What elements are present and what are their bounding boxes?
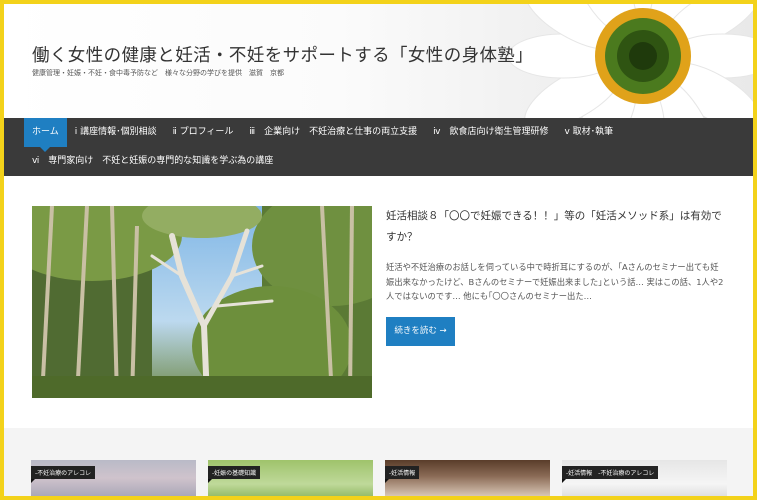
site-title[interactable]: 働く女性の健康と妊活・不妊をサポートする「女性の身体塾」 — [32, 42, 533, 67]
post-card[interactable]: -妊活情報 -不妊治療のアレコレ — [562, 460, 727, 496]
category-tag[interactable]: -妊娠の基礎知識 — [208, 466, 261, 483]
post-card[interactable]: -妊娠の基礎知識 — [208, 460, 373, 496]
forest-photo — [32, 206, 372, 398]
featured-post-title[interactable]: 妊活相談８「〇〇で妊娠できる！！」等の「妊活メソッド系」は有効ですか？ — [386, 206, 726, 248]
nav-item-home[interactable]: ホーム — [24, 118, 67, 152]
category-tag[interactable]: -妊活情報 -不妊治療のアレコレ — [562, 466, 659, 483]
recent-posts-section: -不妊治療のアレコレ -妊娠の基礎知識 -妊活情報 -妊活情報 -不妊治療のアレ… — [4, 428, 753, 496]
post-card[interactable]: -不妊治療のアレコレ — [31, 460, 196, 496]
nav-item-professionals[interactable]: ⅵ 専門家向け 不妊と妊娠の専門的な知識を学ぶ為の講座 — [24, 147, 281, 176]
nav-item-media[interactable]: ⅴ 取材･執筆 — [556, 118, 621, 147]
nav-item-corporate[interactable]: ⅲ 企業向け 不妊治療と仕事の両立支援 — [241, 118, 425, 147]
nav-row-1: ホーム ⅰ 講座情報･個別相談 ⅱ プロフィール ⅲ 企業向け 不妊治療と仕事の… — [24, 118, 621, 152]
nav-item-courses[interactable]: ⅰ 講座情報･個別相談 — [67, 118, 165, 147]
featured-post-image[interactable] — [32, 206, 372, 398]
featured-post-excerpt: 妊活や不妊治療のお話しを伺っている中で時折耳にするのが、｢Aさんのセミナー出ても… — [386, 262, 724, 301]
read-more-button[interactable]: 続きを読む → — [386, 317, 455, 346]
post-card[interactable]: -妊活情報 — [385, 460, 550, 496]
category-tag[interactable]: -不妊治療のアレコレ — [31, 466, 96, 483]
nav-item-restaurant-training[interactable]: ⅳ 飲食店向け衛生管理研修 — [425, 118, 556, 147]
nav-row-2: ⅵ 専門家向け 不妊と妊娠の専門的な知識を学ぶ為の講座 — [24, 147, 281, 176]
nav-item-profile[interactable]: ⅱ プロフィール — [165, 118, 242, 147]
site-description: 健康管理・妊娠・不妊・食中毒予防など 様々な分野の学びを提供 滋賀 京都 — [32, 69, 284, 77]
main-navigation: ホーム ⅰ 講座情報･個別相談 ⅱ プロフィール ⅲ 企業向け 不妊治療と仕事の… — [4, 118, 753, 176]
site-header: 働く女性の健康と妊活・不妊をサポートする「女性の身体塾」 健康管理・妊娠・不妊・… — [4, 4, 753, 118]
category-tag[interactable]: -妊活情報 — [385, 466, 420, 483]
page-frame: 働く女性の健康と妊活・不妊をサポートする「女性の身体塾」 健康管理・妊娠・不妊・… — [0, 0, 757, 500]
